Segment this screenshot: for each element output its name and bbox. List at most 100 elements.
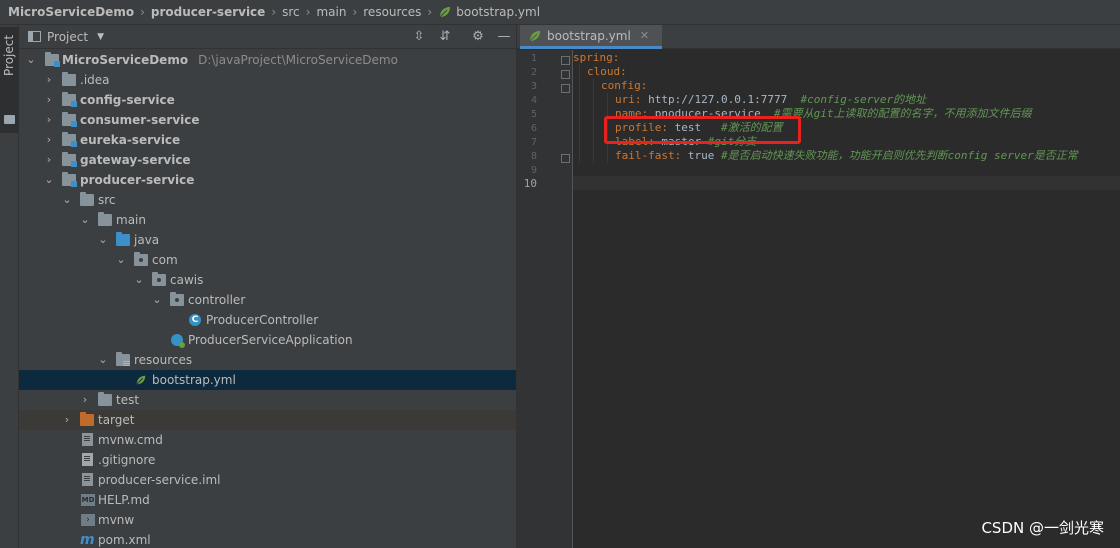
- hide-panel-icon[interactable]: —: [496, 29, 512, 45]
- expand-all-icon[interactable]: ⇳: [411, 29, 427, 45]
- module-file-icon: [82, 473, 93, 486]
- fold-marker-icon[interactable]: [561, 56, 570, 65]
- tree-node-producer-service[interactable]: ⌄ producer-service: [19, 170, 516, 190]
- tree-node-pom-xml[interactable]: m pom.xml: [19, 530, 516, 548]
- chevron-down-icon[interactable]: ⌄: [61, 190, 73, 210]
- package-icon: [152, 272, 166, 286]
- markdown-icon: MD: [81, 494, 95, 506]
- chevron-right-icon: ›: [427, 5, 433, 19]
- watermark: CSDN @一剑光寒: [981, 519, 1104, 537]
- yaml-leaf-icon: [136, 375, 146, 385]
- chevron-down-icon[interactable]: ⌄: [151, 290, 163, 310]
- chevron-down-icon[interactable]: ⌄: [97, 230, 109, 250]
- chevron-down-icon[interactable]: ⌄: [43, 170, 55, 190]
- module-folder-icon: [62, 132, 77, 147]
- tree-node-root[interactable]: ⌄ MicroServiceDemo D:\javaProject\MicroSe…: [19, 50, 516, 70]
- line-number: 3: [530, 81, 537, 92]
- line-number: 2: [530, 67, 537, 78]
- tree-node-label: .idea: [80, 73, 110, 87]
- tree-node-mvnw-cmd[interactable]: mvnw.cmd: [19, 430, 516, 450]
- tree-node-label: target: [98, 413, 135, 427]
- tree-node-resources[interactable]: ⌄ resources: [19, 350, 516, 370]
- tree-node-producer-controller[interactable]: C ProducerController: [19, 310, 516, 330]
- chevron-down-icon[interactable]: ⌄: [97, 350, 109, 370]
- chevron-right-icon[interactable]: ›: [43, 150, 55, 170]
- tree-node-gitignore[interactable]: .gitignore: [19, 450, 516, 470]
- tree-node-label: bootstrap.yml: [152, 373, 236, 387]
- project-tool-button[interactable]: Project: [0, 27, 19, 133]
- chevron-right-icon[interactable]: ›: [43, 130, 55, 150]
- tree-node-producer-service-application[interactable]: ProducerServiceApplication: [19, 330, 516, 350]
- breadcrumb-item-resources[interactable]: resources ›: [363, 5, 438, 19]
- tree-node-config-service[interactable]: › config-service: [19, 90, 516, 110]
- tree-node-target[interactable]: › target: [19, 410, 516, 430]
- resources-folder-icon: [116, 352, 130, 366]
- tree-node-label: mvnw: [98, 513, 135, 527]
- tree-node-com[interactable]: ⌄ com: [19, 250, 516, 270]
- tree-node-label: producer-service.iml: [98, 473, 221, 487]
- breadcrumb-item-module[interactable]: producer-service ›: [151, 5, 282, 19]
- chevron-right-icon: ›: [140, 5, 145, 19]
- tree-node-label: java: [134, 233, 160, 247]
- tree-node-mvnw[interactable]: › mvnw: [19, 510, 516, 530]
- tree-node-java[interactable]: ⌄ java: [19, 230, 516, 250]
- chevron-right-icon[interactable]: ›: [43, 110, 55, 130]
- tree-node-label: cawis: [170, 273, 204, 287]
- code-line: cloud:: [587, 65, 627, 78]
- chevron-down-icon[interactable]: ⌄: [115, 250, 127, 270]
- chevron-right-icon[interactable]: ›: [43, 90, 55, 110]
- project-tool-window: Project ▼ ⇳ ⇵ ⚙ — ⌄ MicroServiceDemo D:\j…: [19, 25, 517, 548]
- breadcrumb-item-project[interactable]: MicroServiceDemo ›: [8, 5, 151, 19]
- tree-node-eureka-service[interactable]: › eureka-service: [19, 130, 516, 150]
- breadcrumb-label: resources: [363, 5, 422, 19]
- project-view-selector[interactable]: Project ▼: [28, 30, 104, 44]
- fold-marker-icon[interactable]: [561, 84, 570, 93]
- breadcrumb-label: producer-service: [150, 5, 266, 19]
- collapse-all-icon[interactable]: ⇵: [437, 29, 453, 45]
- project-view-icon: [28, 31, 41, 42]
- close-icon[interactable]: ✕: [640, 29, 649, 42]
- java-class-icon: C: [189, 314, 201, 326]
- indent-guide: [593, 79, 594, 163]
- chevron-down-icon[interactable]: ⌄: [25, 50, 37, 70]
- tree-node-src[interactable]: ⌄ src: [19, 190, 516, 210]
- tree-node-gateway-service[interactable]: › gateway-service: [19, 150, 516, 170]
- chevron-right-icon[interactable]: ›: [61, 410, 73, 430]
- chevron-down-icon[interactable]: ⌄: [133, 270, 145, 290]
- fold-marker-icon[interactable]: [561, 154, 570, 163]
- tree-node-cawis[interactable]: ⌄ cawis: [19, 270, 516, 290]
- breadcrumb-item-main[interactable]: main ›: [316, 5, 363, 19]
- gear-icon[interactable]: ⚙: [470, 29, 486, 45]
- package-icon: [170, 292, 184, 306]
- code-line: config:: [601, 79, 648, 92]
- tree-node-label: mvnw.cmd: [98, 433, 163, 447]
- breadcrumb-item-src[interactable]: src ›: [282, 5, 316, 19]
- chevron-right-icon[interactable]: ›: [79, 390, 91, 410]
- tree-node-label: .gitignore: [98, 453, 156, 467]
- tree-node-label: test: [116, 393, 140, 407]
- tree-node-label: main: [116, 213, 146, 227]
- tab-bootstrap-yml[interactable]: bootstrap.yml ✕: [520, 25, 662, 49]
- editor-tab-bar: bootstrap.yml ✕: [517, 25, 1120, 49]
- tree-node-bootstrap-yml[interactable]: bootstrap.yml: [19, 370, 516, 390]
- tree-node-test[interactable]: › test: [19, 390, 516, 410]
- line-number-current: 10: [523, 177, 537, 190]
- module-folder-icon: [62, 172, 77, 187]
- chevron-right-icon[interactable]: ›: [43, 70, 55, 90]
- maven-icon: m: [80, 532, 95, 548]
- yaml-leaf-icon: [439, 7, 451, 18]
- tree-node-help-md[interactable]: MD HELP.md: [19, 490, 516, 510]
- tree-node-consumer-service[interactable]: › consumer-service: [19, 110, 516, 130]
- breadcrumb-item-file[interactable]: bootstrap.yml: [438, 5, 540, 19]
- fold-marker-icon[interactable]: [561, 70, 570, 79]
- tree-node-main[interactable]: ⌄ main: [19, 210, 516, 230]
- code-line: fail-fast: true #是否启动快速失败功能，功能开启则优先判断con…: [615, 149, 1078, 162]
- tree-node-label: MicroServiceDemo D:\javaProject\MicroServ…: [62, 53, 398, 67]
- tree-node-producer-service-iml[interactable]: producer-service.iml: [19, 470, 516, 490]
- chevron-down-icon[interactable]: ⌄: [79, 210, 91, 230]
- tree-node-controller[interactable]: ⌄ controller: [19, 290, 516, 310]
- yaml-leaf-icon: [529, 30, 540, 41]
- tree-node-idea[interactable]: › .idea: [19, 70, 516, 90]
- source-folder-icon: [116, 232, 130, 246]
- left-tool-stripe: Project: [0, 25, 19, 548]
